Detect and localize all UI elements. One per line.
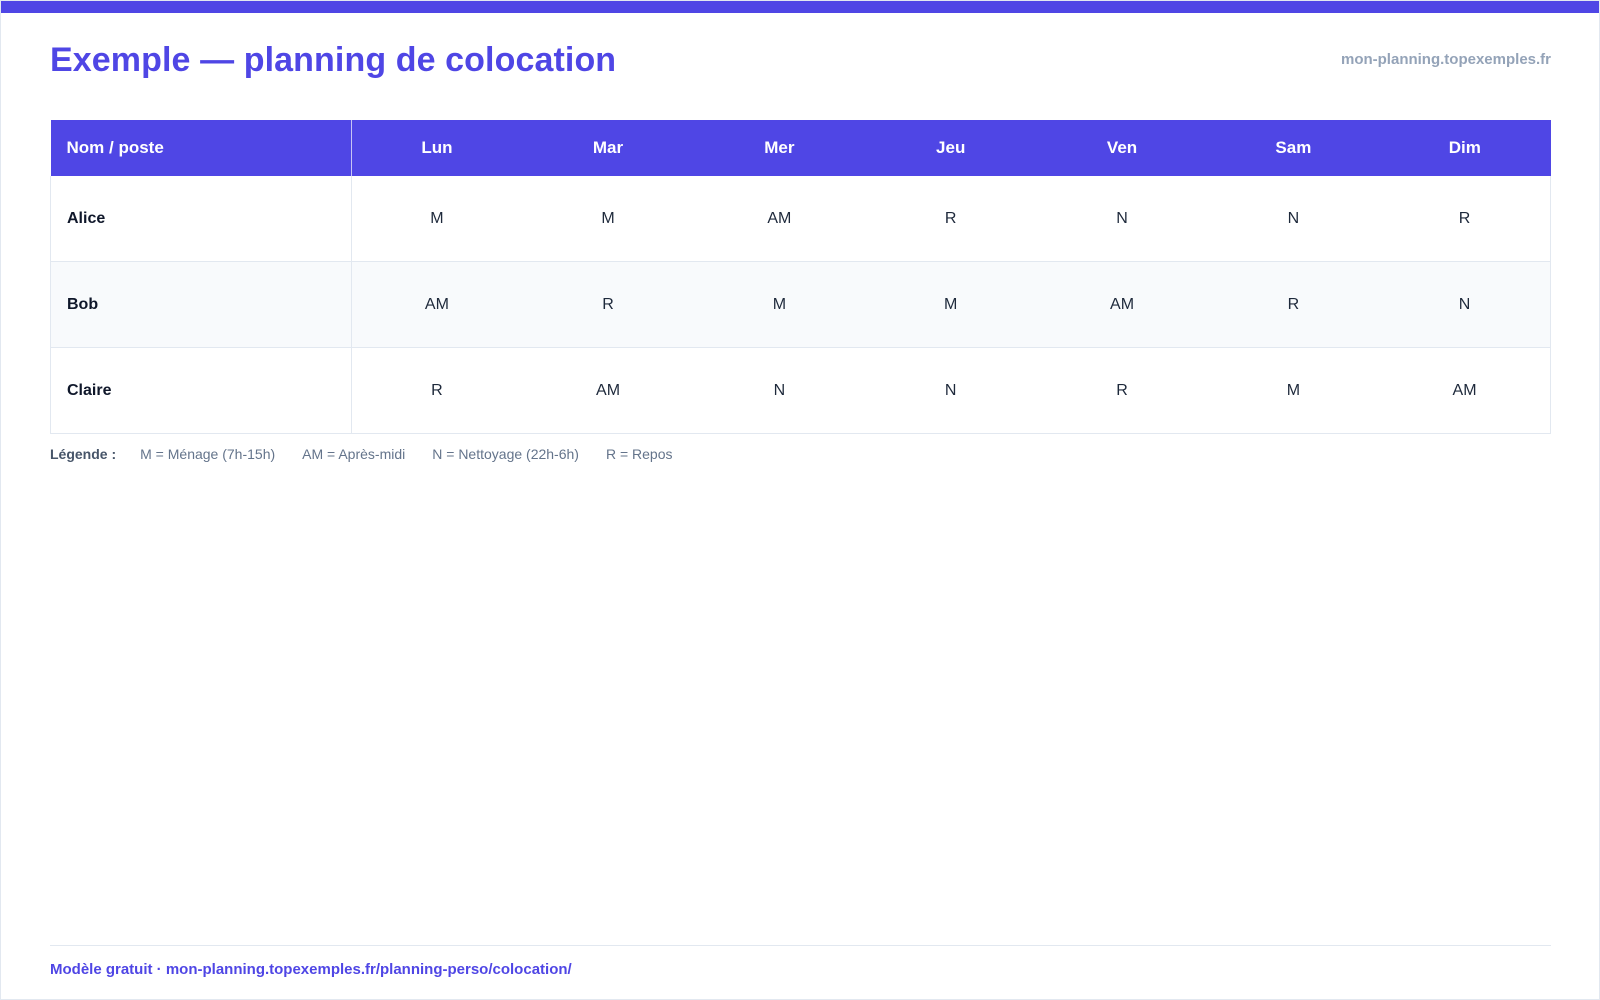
legend-item-r: R = Repos (605, 446, 673, 462)
column-header-dim: Dim (1379, 120, 1551, 176)
footer-divider (50, 945, 1551, 946)
table-row: Bob AM R M M AM R N (50, 261, 1552, 348)
row-name-bob: Bob (50, 261, 352, 348)
legend: Légende : M = Ménage (7h-15h) AM = Après… (50, 446, 700, 462)
column-header-ven: Ven (1036, 120, 1208, 176)
legend-item-n: N = Nettoyage (22h-6h) (432, 446, 579, 462)
page-title: Exemple — planning de colocation (50, 41, 617, 79)
table-cell: AM (1036, 261, 1208, 348)
table-cell: N (1036, 176, 1208, 262)
schedule-table: Nom / poste Lun Mar Mer Jeu Ven Sam Dim … (50, 120, 1552, 434)
table-cell: AM (522, 347, 694, 434)
column-header-mer: Mer (693, 120, 866, 176)
table-cell: M (522, 176, 694, 262)
top-accent-bar (1, 1, 1599, 13)
table-cell: N (1207, 176, 1380, 262)
row-name-alice: Alice (50, 176, 352, 262)
table-cell: R (351, 347, 523, 434)
legend-label: Légende : (50, 446, 117, 462)
legend-item-am: AM = Après-midi (302, 446, 406, 462)
legend-item-m: M = Ménage (7h-15h) (140, 446, 276, 462)
table-cell: AM (1379, 347, 1552, 434)
table-cell: M (865, 261, 1037, 348)
table-cell: N (1379, 261, 1552, 348)
table-cell: R (1036, 347, 1208, 434)
site-url[interactable]: mon-planning.topexemples.fr (1341, 51, 1551, 68)
column-header-mar: Mar (522, 120, 694, 176)
table-cell: R (865, 176, 1037, 262)
table-cell: AM (351, 261, 523, 348)
column-header-lun: Lun (351, 120, 523, 176)
column-header-jeu: Jeu (865, 120, 1037, 176)
table-cell: M (693, 261, 866, 348)
table-row: Claire R AM N N R M AM (50, 347, 1552, 434)
table-cell: N (865, 347, 1037, 434)
table-header-row: Nom / poste Lun Mar Mer Jeu Ven Sam Dim (50, 120, 1551, 176)
column-header-name: Nom / poste (50, 120, 352, 176)
table-row: Alice M M AM R N N R (50, 176, 1552, 262)
column-header-sam: Sam (1207, 120, 1380, 176)
table-cell: M (351, 176, 523, 262)
table-cell: N (693, 347, 866, 434)
row-name-claire: Claire (50, 347, 352, 434)
table-cell: AM (693, 176, 866, 262)
table-cell: R (1379, 176, 1552, 262)
footer-link[interactable]: Modèle gratuit · mon-planning.topexemple… (50, 961, 572, 978)
page: Exemple — planning de colocation mon-pla… (0, 0, 1600, 1000)
table-cell: R (1207, 261, 1380, 348)
table-cell: M (1207, 347, 1380, 434)
table-cell: R (522, 261, 694, 348)
